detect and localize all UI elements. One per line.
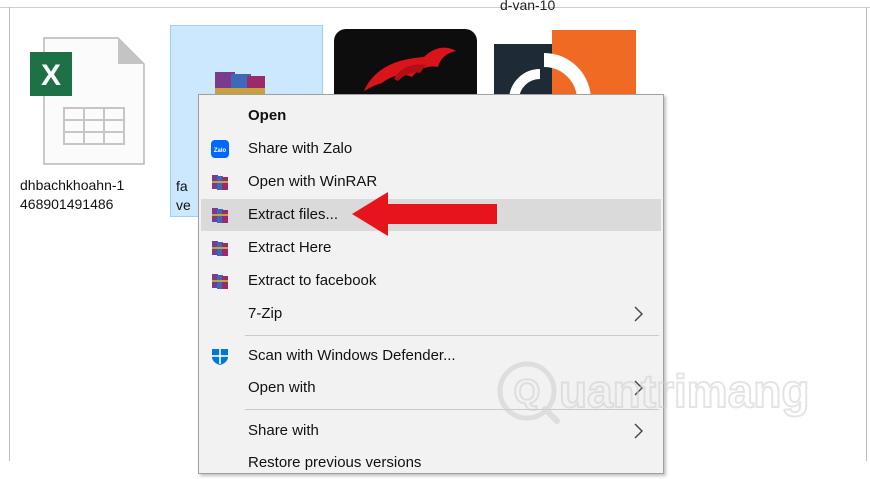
file-label-top[interactable]: d-van-10 (500, 0, 555, 13)
winrar-icon (212, 208, 228, 223)
zalo-icon: Zalo (211, 140, 229, 158)
app-logo-icon (494, 30, 636, 100)
window-right-border (866, 7, 867, 461)
menu-item-label: Restore previous versions (248, 454, 422, 471)
menu-item-open[interactable]: Open (201, 100, 661, 132)
watermark-logo: Q (514, 373, 540, 411)
menu-item-label: 7-Zip (248, 305, 283, 322)
menu-item-label: Extract Here (248, 239, 332, 256)
menu-item-label: Open with (248, 379, 316, 396)
window-left-border (9, 7, 10, 461)
window-top-border (0, 7, 870, 8)
menu-item-label: Scan with Windows Defender... (248, 347, 456, 364)
winrar-icon (212, 274, 228, 289)
menu-separator (245, 335, 659, 336)
app-thumbnail-dragon[interactable] (334, 29, 477, 99)
menu-item-extract-to-facebook[interactable]: Extract to facebook (201, 265, 661, 297)
watermark-text: uantrimang (559, 365, 809, 417)
chevron-right-icon (634, 306, 643, 322)
file-excel[interactable]: X dhbachkhoahn-1 468901491486 (20, 30, 160, 215)
menu-item-label: Share with Zalo (248, 140, 353, 157)
winrar-icon (212, 241, 228, 256)
file-name-line1: fa (176, 178, 188, 194)
zalo-icon-text: Zalo (214, 148, 227, 154)
menu-item-restore-previous-versions[interactable]: Restore previous versions (201, 447, 661, 479)
windows-defender-icon (212, 349, 228, 365)
menu-item-7zip[interactable]: 7-Zip (201, 298, 661, 330)
app-thumbnail-orange[interactable] (494, 30, 636, 100)
menu-item-share-zalo[interactable]: Zalo Share with Zalo (201, 133, 661, 165)
menu-item-label: Extract to facebook (248, 272, 377, 289)
dragon-logo-icon (364, 47, 456, 91)
quantrimang-watermark: Q uantrimang (497, 361, 810, 424)
file-name-line1: dhbachkhoahn-1 (20, 177, 125, 193)
red-arrow-annotation (352, 192, 497, 236)
winrar-icon (212, 175, 228, 190)
menu-item-label: Extract files... (248, 206, 339, 223)
excel-file-icon: X (30, 37, 145, 165)
file-name-line2: 468901491486 (20, 196, 114, 212)
menu-item-label: Open with WinRAR (248, 173, 378, 190)
excel-badge-letter: X (41, 59, 61, 92)
menu-item-label: Share with (248, 422, 319, 439)
file-name-line2: ve (176, 197, 191, 213)
menu-item-label: Open (248, 107, 287, 124)
